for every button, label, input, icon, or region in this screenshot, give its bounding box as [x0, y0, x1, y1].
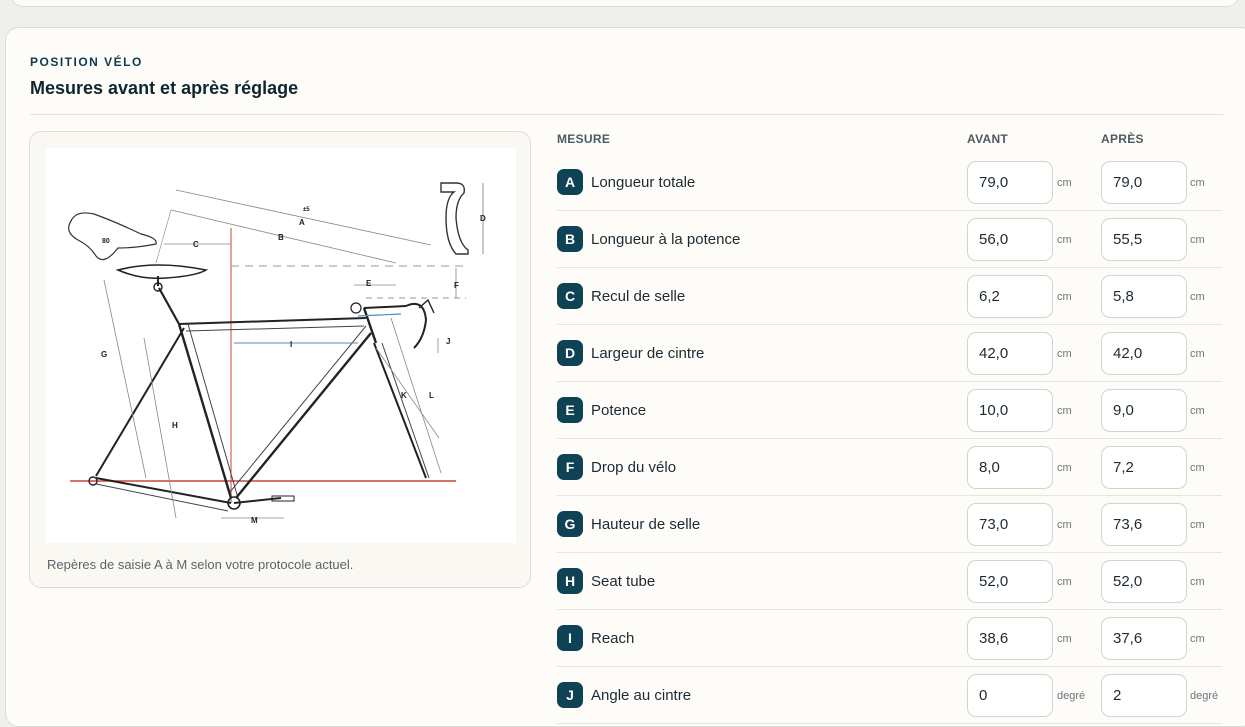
column-header-before: AVANT	[967, 132, 1009, 146]
after-value-input[interactable]	[1101, 560, 1187, 603]
after-unit: cm	[1190, 177, 1205, 189]
measure-label: Potence	[591, 402, 647, 419]
after-value-input[interactable]	[1101, 161, 1187, 204]
measure-row-h: H Seat tube cm cm	[557, 553, 1222, 610]
measure-letter-badge: D	[557, 340, 583, 366]
diagram-caption: Repères de saisie A à M selon votre prot…	[47, 557, 354, 572]
before-unit: cm	[1057, 576, 1072, 588]
after-unit: cm	[1190, 348, 1205, 360]
column-header-after: APRÈS	[1101, 132, 1144, 146]
diagram-label-j: J	[446, 337, 450, 346]
diagram-label-h: H	[172, 421, 178, 430]
before-unit: cm	[1057, 234, 1072, 246]
measure-label: Longueur à la potence	[591, 231, 741, 248]
diagram-label-k: K	[401, 391, 407, 400]
after-unit: cm	[1190, 519, 1205, 531]
measure-row-a: A Longueur totale cm cm	[557, 154, 1222, 211]
measure-label: Recul de selle	[591, 288, 686, 305]
before-value-input[interactable]	[967, 275, 1053, 318]
measure-row-f: F Drop du vélo cm cm	[557, 439, 1222, 496]
bike-diagram-panel: 80 A ±5 B C D E F G H I J K L M Repères …	[29, 131, 531, 588]
after-value-input[interactable]	[1101, 617, 1187, 660]
measure-letter-badge: B	[557, 226, 583, 252]
before-unit: cm	[1057, 177, 1072, 189]
after-value-input[interactable]	[1101, 332, 1187, 375]
after-unit: degré	[1190, 690, 1219, 702]
after-value-input[interactable]	[1101, 389, 1187, 432]
diagram-label-a: A	[299, 218, 305, 227]
before-unit: cm	[1057, 348, 1072, 360]
diagram-label-d: D	[480, 214, 486, 223]
bike-geometry-diagram: 80 A ±5 B C D E F G H I J K L M	[46, 148, 516, 543]
previous-card	[10, 0, 1240, 7]
measure-label: Angle au cintre	[591, 687, 692, 704]
section-divider	[30, 114, 1223, 115]
after-value-input[interactable]	[1101, 275, 1187, 318]
after-unit: cm	[1190, 234, 1205, 246]
diagram-label-b: B	[278, 233, 284, 242]
before-value-input[interactable]	[967, 560, 1053, 603]
before-unit: degré	[1057, 690, 1086, 702]
before-value-input[interactable]	[967, 674, 1053, 717]
measure-letter-badge: E	[557, 397, 583, 423]
measure-label: Reach	[591, 630, 635, 647]
diagram-label-e: E	[366, 279, 372, 288]
measure-row-d: D Largeur de cintre cm cm	[557, 325, 1222, 382]
before-value-input[interactable]	[967, 617, 1053, 660]
before-unit: cm	[1057, 405, 1072, 417]
measure-row-j: J Angle au cintre degré degré	[557, 667, 1222, 724]
measure-letter-badge: I	[557, 625, 583, 651]
diagram-tolerance-label: ±5	[303, 207, 310, 213]
section-eyebrow: POSITION VÉLO	[30, 55, 143, 69]
saddle-width-label: 80	[102, 238, 110, 245]
before-value-input[interactable]	[967, 161, 1053, 204]
before-value-input[interactable]	[967, 503, 1053, 546]
before-unit: cm	[1057, 633, 1072, 645]
measure-label: Seat tube	[591, 573, 656, 590]
after-unit: cm	[1190, 405, 1205, 417]
before-unit: cm	[1057, 519, 1072, 531]
measure-label: Hauteur de selle	[591, 516, 701, 533]
column-header-measure: MESURE	[557, 132, 611, 146]
before-unit: cm	[1057, 291, 1072, 303]
measure-row-i: I Reach cm cm	[557, 610, 1222, 667]
measure-row-c: C Recul de selle cm cm	[557, 268, 1222, 325]
before-value-input[interactable]	[967, 446, 1053, 489]
after-unit: cm	[1190, 291, 1205, 303]
measure-letter-badge: J	[557, 682, 583, 708]
after-value-input[interactable]	[1101, 218, 1187, 261]
bike-geometry-svg: 80 A ±5 B C D E F G H I J K L M	[68, 182, 486, 525]
after-unit: cm	[1190, 633, 1205, 645]
diagram-label-f: F	[454, 281, 459, 290]
measure-label: Longueur totale	[591, 174, 696, 191]
after-value-input[interactable]	[1101, 503, 1187, 546]
measure-row-g: G Hauteur de selle cm cm	[557, 496, 1222, 553]
after-value-input[interactable]	[1101, 446, 1187, 489]
after-unit: cm	[1190, 462, 1205, 474]
measure-letter-badge: H	[557, 568, 583, 594]
measure-letter-badge: A	[557, 169, 583, 195]
before-value-input[interactable]	[967, 332, 1053, 375]
measure-letter-badge: F	[557, 454, 583, 480]
section-title: Mesures avant et après réglage	[30, 78, 299, 98]
measure-label: Drop du vélo	[591, 459, 677, 476]
diagram-label-l: L	[429, 391, 434, 400]
measure-letter-badge: C	[557, 283, 583, 309]
before-value-input[interactable]	[967, 218, 1053, 261]
measure-label: Largeur de cintre	[591, 345, 705, 362]
measure-row-e: E Potence cm cm	[557, 382, 1222, 439]
bike-position-card: POSITION VÉLO Mesures avant et après rég…	[5, 27, 1245, 727]
diagram-label-m: M	[251, 516, 258, 525]
after-unit: cm	[1190, 576, 1205, 588]
before-value-input[interactable]	[967, 389, 1053, 432]
diagram-label-g: G	[101, 350, 107, 359]
diagram-label-c: C	[193, 240, 199, 249]
measure-row-b: B Longueur à la potence cm cm	[557, 211, 1222, 268]
measure-letter-badge: G	[557, 511, 583, 537]
diagram-label-i: I	[290, 340, 292, 349]
after-value-input[interactable]	[1101, 674, 1187, 717]
before-unit: cm	[1057, 462, 1072, 474]
